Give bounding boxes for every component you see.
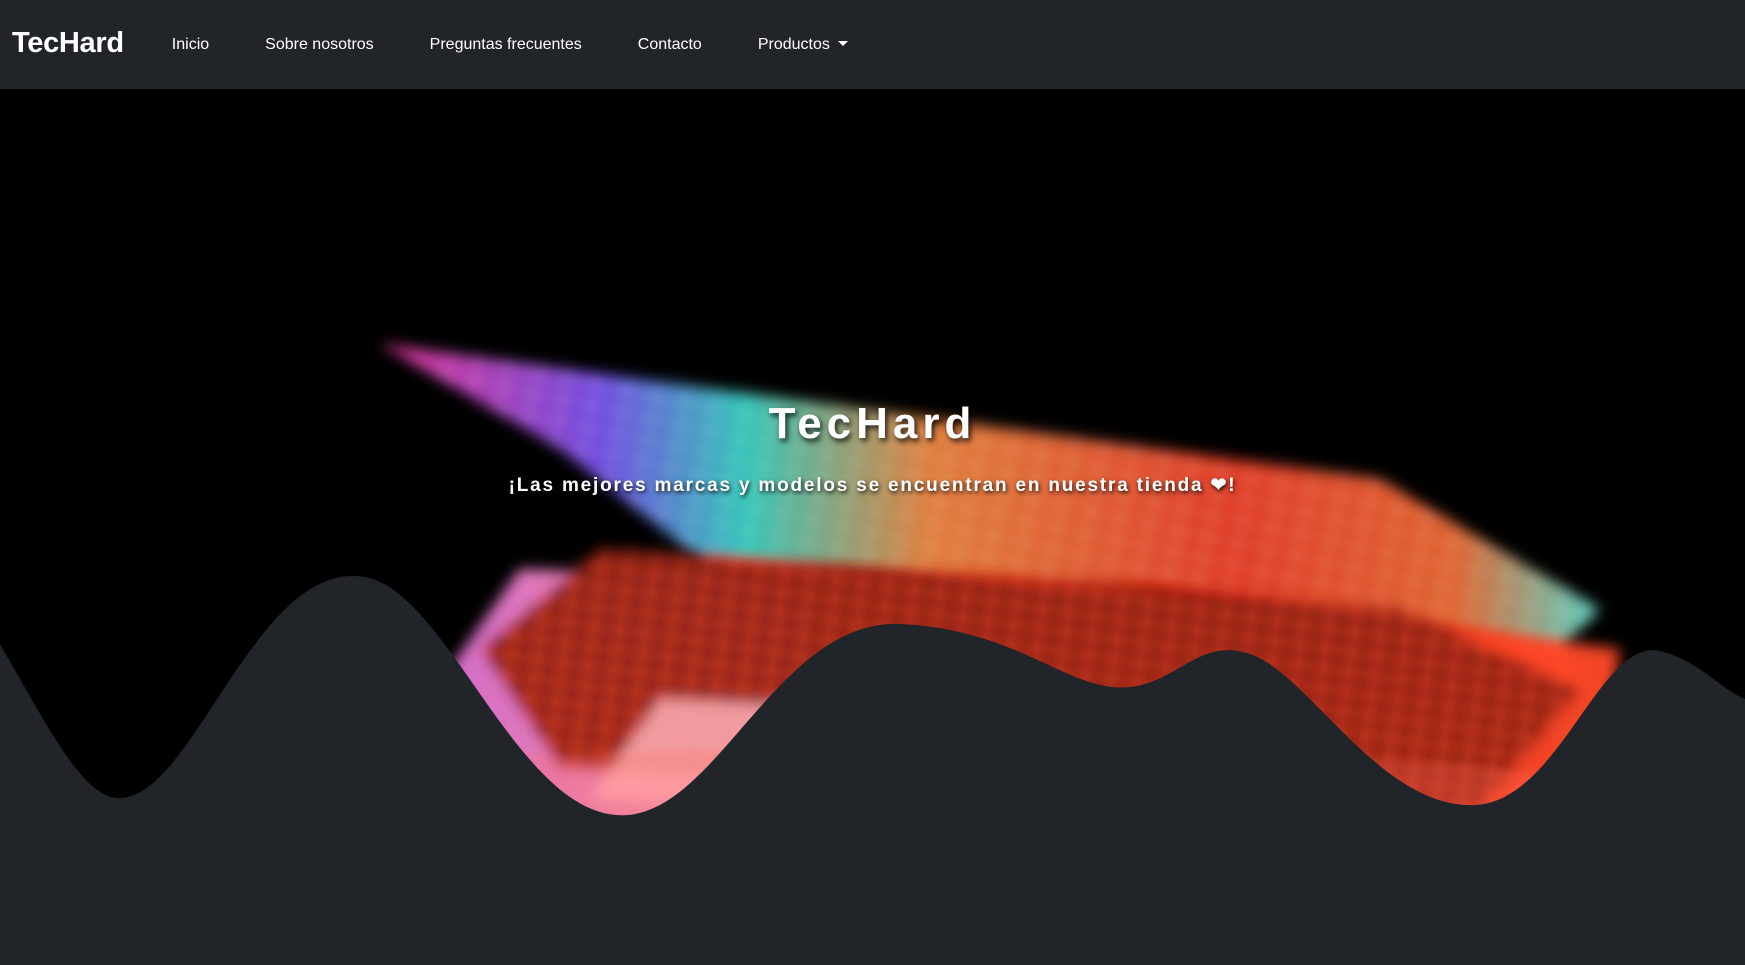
wave-divider <box>0 575 1745 965</box>
nav-item-productos: Productos <box>730 28 876 62</box>
nav-link-preguntas-frecuentes[interactable]: Preguntas frecuentes <box>402 28 610 62</box>
nav-link-contacto[interactable]: Contacto <box>610 28 730 62</box>
top-navbar: TecHard Inicio Sobre nosotros Preguntas … <box>0 0 1745 89</box>
nav-item-sobre-nosotros: Sobre nosotros <box>237 28 402 62</box>
nav-menu: Inicio Sobre nosotros Preguntas frecuent… <box>144 28 876 62</box>
nav-item-inicio: Inicio <box>144 28 237 62</box>
nav-dropdown-productos-label: Productos <box>757 35 830 53</box>
brand-logo-link[interactable]: TecHard <box>12 27 124 60</box>
nav-link-sobre-nosotros[interactable]: Sobre nosotros <box>237 28 402 62</box>
caret-down-icon <box>837 41 848 46</box>
nav-item-contacto: Contacto <box>610 28 730 62</box>
nav-link-inicio[interactable]: Inicio <box>144 28 237 62</box>
nav-item-preguntas-frecuentes: Preguntas frecuentes <box>402 28 610 62</box>
hero-banner: TecHard ¡Las mejores marcas y modelos se… <box>0 89 1745 965</box>
nav-dropdown-productos[interactable]: Productos <box>730 28 876 62</box>
